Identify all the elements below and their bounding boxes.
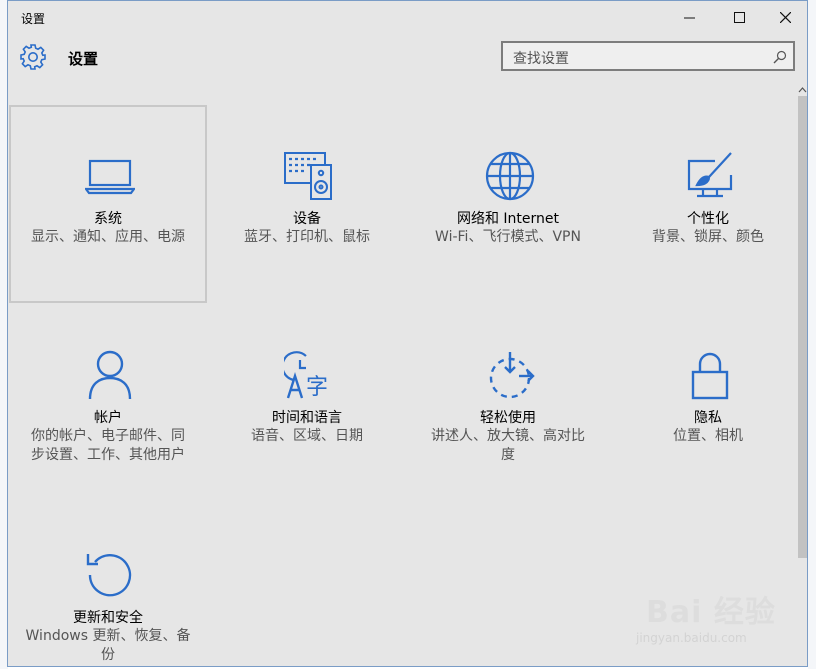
tile-description: 你的帐户、电子邮件、同步设置、工作、其他用户 (31, 428, 185, 463)
minimize-button[interactable] (666, 1, 712, 33)
tile-description: Wi-Fi、飞行模式、VPN (435, 229, 581, 245)
settings-header: 设置 查找设置 (8, 33, 807, 83)
tile-accounts[interactable]: 帐户 你的帐户、电子邮件、同步设置、工作、其他用户 (9, 304, 207, 502)
background-app-right (808, 0, 816, 669)
tile-privacy[interactable]: 隐私 位置、相机 (609, 304, 807, 502)
tile-title: 帐户 (94, 410, 122, 426)
search-placeholder: 查找设置 (513, 51, 569, 67)
window-title: 设置 (21, 12, 46, 26)
tile-description: 语音、区域、日期 (251, 428, 363, 444)
tile-title: 更新和安全 (73, 610, 143, 626)
settings-window: 设置 设置 查找设置 系统 显示、通知、应用、电源 设备 蓝牙、打印机、鼠标 网… (7, 0, 808, 667)
watermark: Bai 经验 jingyan.baidu.com (628, 581, 788, 651)
search-input[interactable]: 查找设置 (501, 41, 795, 71)
tile-ease-of-access[interactable]: 轻松使用 讲述人、放大镜、高对比度 (409, 304, 607, 502)
scroll-up-icon[interactable] (798, 86, 807, 94)
tile-personalization[interactable]: 个性化 背景、锁屏、颜色 (609, 105, 807, 303)
tile-title: 时间和语言 (272, 410, 342, 426)
tile-title: 轻松使用 (480, 410, 536, 426)
tile-title: 个性化 (687, 211, 729, 227)
minimize-icon (683, 17, 695, 18)
tile-title: 设备 (293, 211, 321, 227)
lock-icon (691, 352, 729, 400)
tile-description: 讲述人、放大镜、高对比度 (431, 428, 585, 463)
paint-icon (687, 152, 733, 198)
watermark-url: jingyan.baidu.com (636, 631, 747, 645)
watermark-brand: Bai 经验 (646, 595, 776, 630)
search-icon[interactable] (773, 50, 787, 64)
maximize-button[interactable] (716, 1, 762, 33)
tile-description: 显示、通知、应用、电源 (31, 229, 185, 245)
time-language-icon: 字 (284, 351, 328, 400)
tile-title: 网络和 Internet (456, 211, 560, 227)
title-bar: 设置 (8, 1, 807, 33)
tile-description: 位置、相机 (673, 428, 743, 444)
ease-of-access-icon (489, 352, 535, 399)
close-button[interactable] (762, 1, 807, 33)
close-icon (779, 11, 791, 23)
page-title: 设置 (68, 50, 99, 68)
tile-devices[interactable]: 设备 蓝牙、打印机、鼠标 (208, 105, 406, 303)
gear-icon (20, 44, 46, 70)
globe-icon (485, 151, 535, 201)
tile-title: 隐私 (694, 410, 722, 426)
tile-description: 背景、锁屏、颜色 (652, 229, 764, 245)
tile-title: 系统 (94, 211, 122, 227)
tile-network[interactable]: 网络和 Internet Wi-Fi、飞行模式、VPN (409, 105, 607, 303)
tile-description: 蓝牙、打印机、鼠标 (244, 229, 370, 245)
devices-icon (284, 152, 332, 200)
tile-system[interactable]: 系统 显示、通知、应用、电源 (9, 105, 207, 303)
tile-update-security[interactable]: 更新和安全 Windows 更新、恢复、备份 (9, 504, 207, 666)
person-icon (88, 350, 132, 400)
maximize-icon (733, 11, 745, 23)
refresh-icon (86, 554, 132, 597)
laptop-icon (85, 159, 135, 195)
tile-description: Windows 更新、恢复、备份 (25, 628, 191, 663)
svg-text:字: 字 (306, 375, 328, 400)
tile-time-language[interactable]: 字 时间和语言 语音、区域、日期 (208, 304, 406, 502)
